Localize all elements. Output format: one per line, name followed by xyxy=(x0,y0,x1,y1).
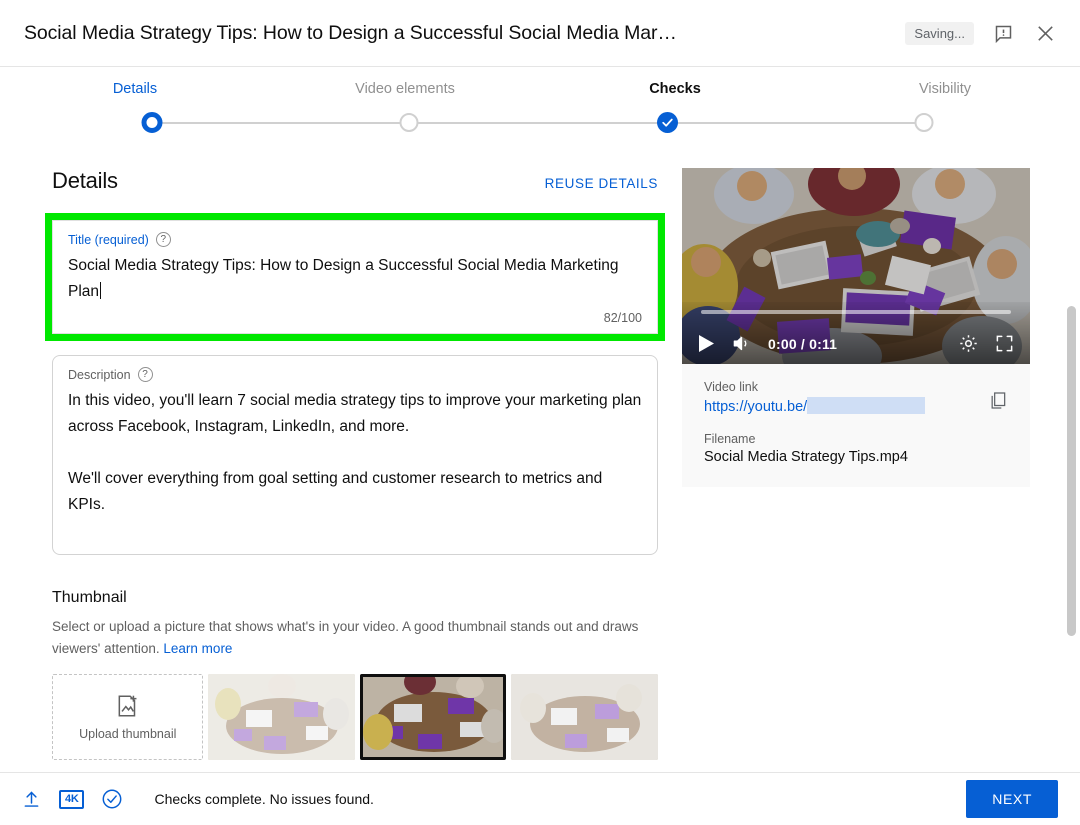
image-add-icon xyxy=(118,695,137,717)
video-progress-bar[interactable] xyxy=(701,310,1011,314)
quality-badge-4k: 4K xyxy=(59,789,85,809)
stepper-dot-checks[interactable] xyxy=(657,112,678,133)
text-caret xyxy=(100,282,102,299)
details-column: Details REUSE DETAILS Title (required) ?… xyxy=(45,168,665,760)
vertical-scrollbar[interactable] xyxy=(1067,306,1076,636)
description-field[interactable]: Description ? In this video, you'll lear… xyxy=(52,355,658,555)
video-player[interactable]: 0:00 / 0:11 xyxy=(682,168,1030,364)
description-field-label: Description xyxy=(68,367,131,382)
header-actions: Saving... xyxy=(905,20,1058,46)
help-question-icon[interactable]: ? xyxy=(137,367,153,382)
thumbnail-preview-3 xyxy=(511,674,658,760)
stepper-dot-video-elements[interactable] xyxy=(399,113,419,132)
check-circle-icon xyxy=(99,786,125,812)
video-link-text: https://youtu.be/ xyxy=(704,399,808,415)
thumbnail-section-title: Thumbnail xyxy=(52,589,127,606)
upload-arrow-icon xyxy=(18,786,44,812)
filename-block: Filename Social Media Strategy Tips.mp4 xyxy=(704,432,1008,465)
video-preview-column: 0:00 / 0:11 Video link https://youtu.be/… xyxy=(682,168,1030,760)
dialog-title: Social Media Strategy Tips: How to Desig… xyxy=(24,21,677,44)
fullscreen-icon[interactable] xyxy=(995,334,1014,353)
close-icon[interactable] xyxy=(1032,20,1058,46)
filename-label: Filename xyxy=(704,432,756,446)
video-time-display: 0:00 / 0:11 xyxy=(768,335,838,352)
upload-stepper: Details Video elements Checks Visibility xyxy=(0,67,1080,145)
thumbnail-description-text: Select or upload a picture that shows wh… xyxy=(52,619,639,656)
checks-status-text: Checks complete. No issues found. xyxy=(154,791,374,807)
description-field-value: In this video, you'll learn 7 social med… xyxy=(68,392,642,513)
upload-thumbnail-label: Upload thumbnail xyxy=(79,727,177,741)
thumbnail-preview-1 xyxy=(208,674,355,760)
title-field-label-row: Title (required) ? xyxy=(68,232,642,247)
learn-more-link[interactable]: Learn more xyxy=(163,641,232,656)
video-link-block: Video link https://youtu.be/ xyxy=(704,380,1008,415)
next-button[interactable]: NEXT xyxy=(966,780,1058,818)
video-link-label: Video link xyxy=(704,380,758,394)
stepper-track-1 xyxy=(152,122,409,124)
filename-value: Social Media Strategy Tips.mp4 xyxy=(704,449,908,465)
help-question-icon[interactable]: ? xyxy=(155,232,171,247)
gear-icon[interactable] xyxy=(958,333,979,354)
stepper-step-video-elements[interactable]: Video elements xyxy=(270,81,540,110)
video-link-value[interactable]: https://youtu.be/ xyxy=(704,397,1008,415)
thumbnail-option-2[interactable] xyxy=(359,674,507,760)
video-card: 0:00 / 0:11 Video link https://youtu.be/… xyxy=(682,168,1030,487)
reuse-details-button[interactable]: REUSE DETAILS xyxy=(545,176,658,191)
stepper-label-visibility: Visibility xyxy=(918,81,972,97)
dialog-header: Social Media Strategy Tips: How to Desig… xyxy=(0,0,1080,67)
stepper-track-2 xyxy=(409,122,667,124)
page-title: Details xyxy=(52,168,118,193)
stepper-dot-visibility[interactable] xyxy=(914,113,934,132)
thumbnail-preview-2 xyxy=(359,674,507,760)
redacted-video-id xyxy=(807,397,926,414)
stepper-label-details: Details xyxy=(112,81,158,97)
thumbnail-options-row: Upload thumbnail xyxy=(52,674,658,760)
details-section-header: Details REUSE DETAILS xyxy=(52,168,658,194)
player-buttons: 0:00 / 0:11 xyxy=(698,333,1014,354)
saving-status-badge: Saving... xyxy=(905,21,974,45)
title-field-label: Title (required) xyxy=(68,232,149,247)
title-char-counter: 82/100 xyxy=(603,311,642,325)
stepper-labels: Details Video elements Checks Visibility xyxy=(0,81,1080,110)
feedback-icon[interactable] xyxy=(990,20,1016,46)
description-field-label-row: Description ? xyxy=(68,367,642,382)
stepper-track-3 xyxy=(667,122,924,124)
stepper-step-details[interactable]: Details xyxy=(0,81,270,110)
stepper-label-video-elements: Video elements xyxy=(355,81,455,97)
title-field-text: Social Media Strategy Tips: How to Desig… xyxy=(68,257,619,300)
stepper-step-checks[interactable]: Checks xyxy=(540,81,810,110)
thumbnail-option-3[interactable] xyxy=(511,674,658,760)
title-field-value: Social Media Strategy Tips: How to Desig… xyxy=(68,253,642,305)
player-control-bar: 0:00 / 0:11 xyxy=(682,302,1030,364)
title-field[interactable]: Title (required) ? Social Media Strategy… xyxy=(52,220,658,334)
copy-icon[interactable] xyxy=(988,390,1008,416)
stepper-dot-details[interactable] xyxy=(141,112,163,133)
title-field-highlight: Title (required) ? Social Media Strategy… xyxy=(45,213,665,341)
upload-thumbnail-button[interactable]: Upload thumbnail xyxy=(52,674,204,760)
thumbnail-section-description: Select or upload a picture that shows wh… xyxy=(52,616,652,660)
stepper-step-visibility[interactable]: Visibility xyxy=(810,81,1080,110)
dialog-footer: 4K Checks complete. No issues found. NEX… xyxy=(0,772,1080,825)
thumbnail-option-1[interactable] xyxy=(208,674,355,760)
volume-icon[interactable] xyxy=(731,334,752,353)
stepper-label-checks: Checks xyxy=(649,81,701,97)
play-icon[interactable] xyxy=(698,334,715,353)
video-metadata: Video link https://youtu.be/ Filename So… xyxy=(682,364,1030,487)
dialog-body: Details REUSE DETAILS Title (required) ?… xyxy=(0,146,1080,772)
stepper-dots xyxy=(0,112,1080,133)
